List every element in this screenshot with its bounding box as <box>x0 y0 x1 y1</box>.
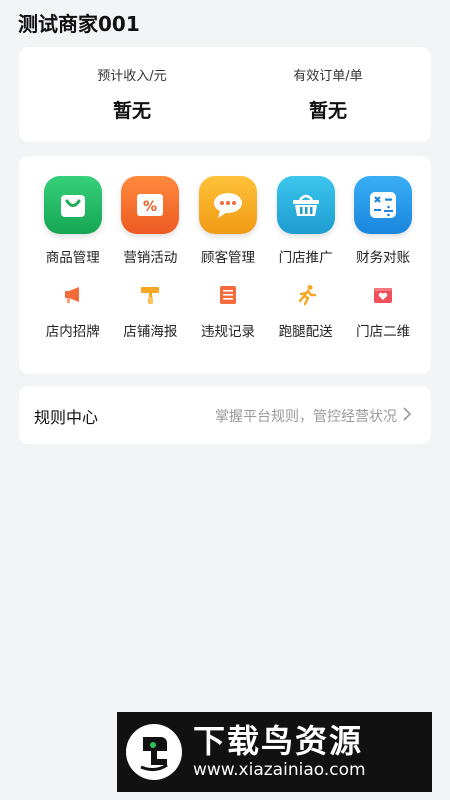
tools-card: 商品管理 % 营销活动 顾客管理 门店推广 财务对账 店内招牌 店铺海报 违规记… <box>19 156 431 374</box>
marketing-button[interactable]: % 营销活动 <box>112 176 190 266</box>
tool-label: 违规记录 <box>200 324 255 340</box>
store-poster-button[interactable]: 店铺海报 <box>112 282 190 340</box>
tool-label: 财务对账 <box>356 250 411 266</box>
coupon-icon: % <box>121 176 180 234</box>
violation-records-button[interactable]: 违规记录 <box>189 282 267 340</box>
valid-orders-stat[interactable]: 有效订单/单 暂无 <box>225 65 431 123</box>
watermark-brand: 下载鸟资源 <box>193 722 364 760</box>
stat-label: 有效订单/单 <box>293 69 363 84</box>
chat-bubble-icon <box>198 176 257 234</box>
shopping-bag-icon <box>43 176 102 234</box>
stats-card: 预计收入/元 暂无 有效订单/单 暂无 <box>19 47 431 142</box>
tool-label: 营销活动 <box>123 250 178 266</box>
watermark-url: www.xiazainiao.com <box>193 760 366 780</box>
finance-reconciliation-button[interactable]: 财务对账 <box>344 176 422 266</box>
shop-name: 测试商家001 <box>18 12 140 36</box>
tool-label: 门店推广 <box>278 250 333 266</box>
estimated-income-stat[interactable]: 预计收入/元 暂无 <box>39 65 225 123</box>
store-qrcode-button[interactable]: 门店二维 <box>344 282 422 340</box>
tool-label: 商品管理 <box>45 250 100 266</box>
bird-logo-icon <box>126 724 182 780</box>
basket-icon <box>276 176 335 234</box>
document-list-icon <box>215 282 241 308</box>
stat-label: 预计收入/元 <box>97 69 167 84</box>
primary-tools-row: 商品管理 % 营销活动 顾客管理 门店推广 财务对账 <box>19 176 431 266</box>
rules-title: 规则中心 <box>34 408 99 427</box>
tool-label: 店内招牌 <box>45 324 100 340</box>
runner-icon <box>293 282 319 308</box>
calculator-icon <box>354 176 413 234</box>
product-management-button[interactable]: 商品管理 <box>34 176 112 266</box>
chevron-right-icon <box>403 407 412 421</box>
watermark-banner: 下载鸟资源 www.xiazainiao.com <box>117 712 432 792</box>
rules-description: 掌握平台规则，管控经营状况 <box>215 409 397 425</box>
tool-label: 门店二维 <box>356 324 411 340</box>
secondary-tools-row: 店内招牌 店铺海报 违规记录 跑腿配送 门店二维 <box>19 282 431 340</box>
tool-label: 店铺海报 <box>123 324 178 340</box>
rules-center-row[interactable]: 规则中心 掌握平台规则，管控经营状况 <box>19 386 431 444</box>
tool-label: 跑腿配送 <box>278 324 333 340</box>
stat-value: 暂无 <box>308 100 347 122</box>
megaphone-icon <box>60 282 86 308</box>
errand-delivery-button[interactable]: 跑腿配送 <box>267 282 345 340</box>
heart-card-icon <box>370 282 396 308</box>
tool-label: 顾客管理 <box>200 250 255 266</box>
store-signboard-button[interactable]: 店内招牌 <box>34 282 112 340</box>
stat-value: 暂无 <box>112 100 151 122</box>
svg-text:%: % <box>143 199 157 215</box>
store-promotion-button[interactable]: 门店推广 <box>267 176 345 266</box>
paint-roller-icon <box>137 282 163 308</box>
customer-management-button[interactable]: 顾客管理 <box>189 176 267 266</box>
